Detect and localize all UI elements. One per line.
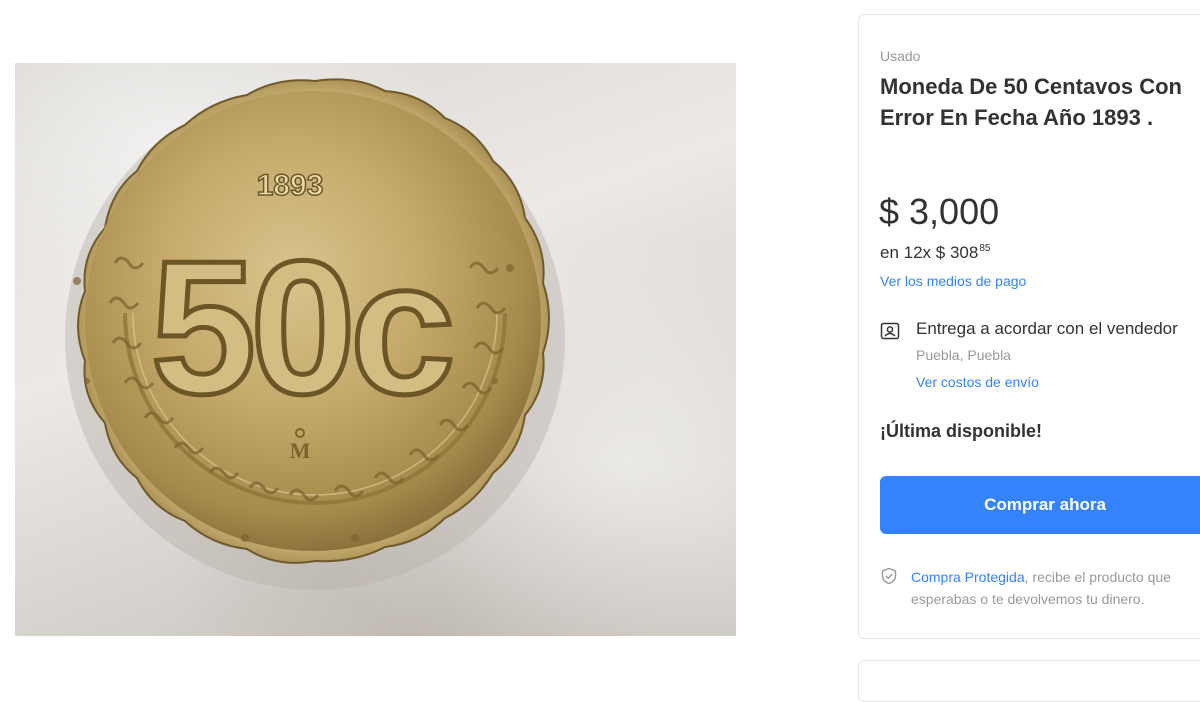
installments-cents: 85	[979, 243, 991, 254]
price-amount: 3,000	[909, 191, 1000, 232]
product-price: $3,000	[879, 191, 999, 233]
shipping-costs-link[interactable]: Ver costos de envío	[916, 374, 1039, 390]
product-main-image[interactable]: 1893 50c M	[15, 63, 736, 636]
purchase-protection-text: Compra Protegida, recibe el producto que…	[911, 566, 1200, 610]
seller-info-card	[858, 660, 1200, 702]
product-info-card: Usado Moneda De 50 Centavos Con Error En…	[858, 14, 1200, 639]
coin-photo: 1893 50c M	[65, 78, 565, 590]
buy-now-button[interactable]: Comprar ahora	[880, 476, 1200, 534]
protected-purchase-link[interactable]: Compra Protegida	[911, 569, 1025, 585]
product-title: Moneda De 50 Centavos Con Error En Fecha…	[880, 74, 1182, 130]
price-currency: $	[879, 191, 900, 232]
payment-methods-link[interactable]: Ver los medios de pago	[880, 273, 1026, 289]
stock-status: ¡Última disponible!	[880, 421, 1042, 441]
shield-check-icon	[881, 567, 897, 585]
svg-text:M: M	[290, 438, 311, 463]
shipping-location: Puebla, Puebla	[916, 347, 1011, 363]
user-card-icon	[880, 322, 900, 340]
item-condition: Usado	[880, 48, 921, 64]
coin-year-text: 1893	[257, 169, 324, 202]
installments-text: en 12x $ 308	[880, 243, 979, 262]
shipping-title: Entrega a acordar con el vendedor	[916, 319, 1178, 338]
coin-denomination-text: 50c	[150, 222, 450, 434]
installments-info: en 12x $ 30885	[880, 243, 990, 263]
